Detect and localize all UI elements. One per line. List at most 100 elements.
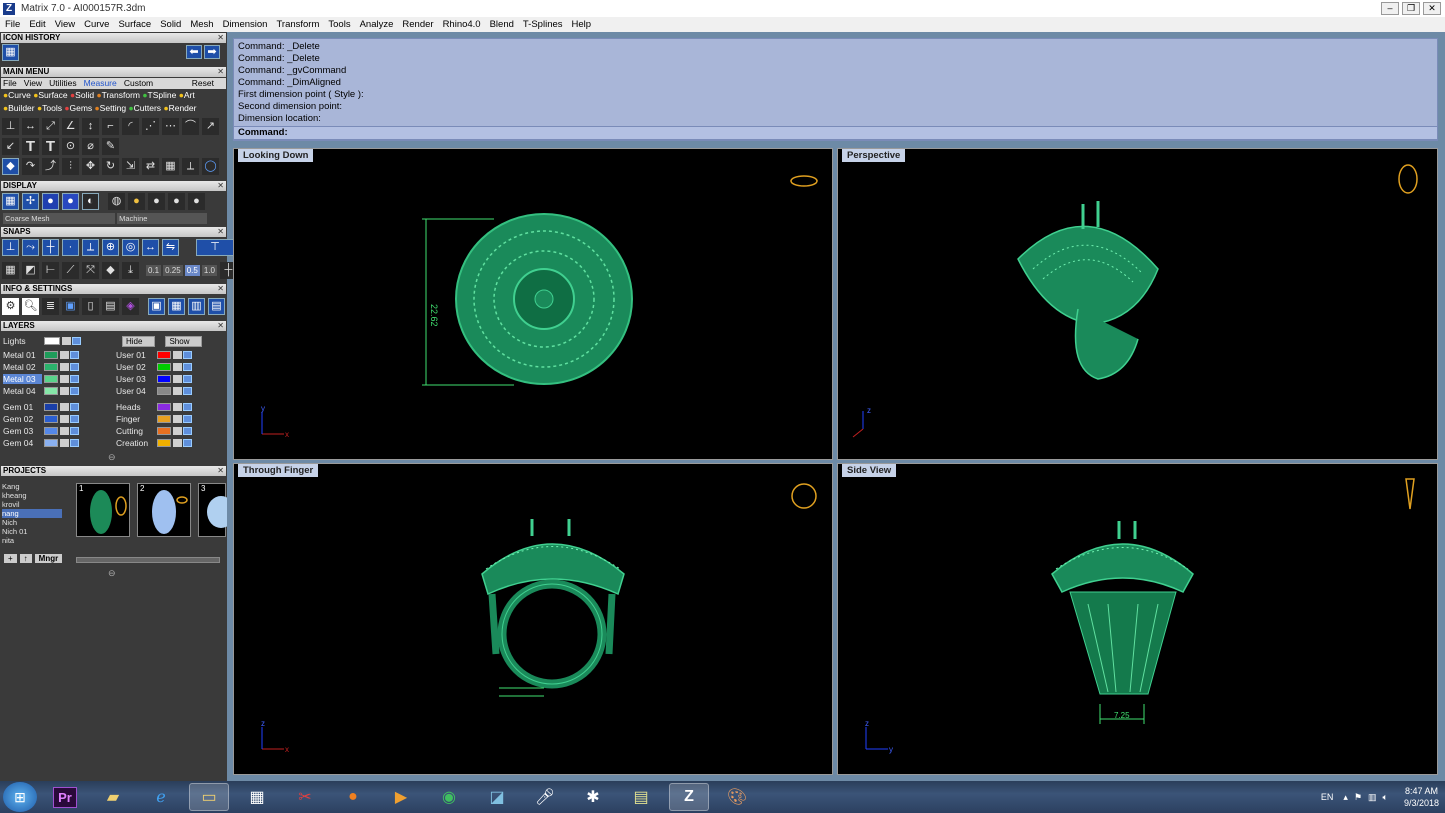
menu-mesh[interactable]: Mesh — [190, 19, 213, 30]
lock-icon[interactable] — [60, 426, 69, 435]
lock-icon[interactable] — [60, 350, 69, 359]
calc-icon[interactable]: ▦ — [168, 298, 185, 315]
layer-user-01[interactable]: User 01 — [116, 350, 155, 360]
firefox-icon[interactable]: ● — [333, 783, 373, 811]
snap-toggle-icon[interactable]: ⊤ — [196, 239, 234, 256]
lock-icon[interactable] — [173, 426, 182, 435]
dim-angle-icon[interactable]: ∠ — [62, 118, 79, 135]
layer-color-swatch[interactable] — [157, 426, 171, 435]
hide-button[interactable]: Hide — [122, 336, 156, 347]
visible-icon[interactable] — [183, 426, 192, 435]
menu-render[interactable]: Render — [402, 19, 433, 30]
gem-tool-icon[interactable]: ◆ — [2, 158, 19, 175]
visible-icon[interactable] — [183, 438, 192, 447]
dim-ortho-icon[interactable]: ⌐ — [102, 118, 119, 135]
visible-icon[interactable] — [70, 362, 79, 371]
collapse-icon[interactable]: ⊖ — [108, 568, 116, 579]
project-scrollbar[interactable] — [76, 557, 220, 563]
layer-color-swatch[interactable] — [44, 362, 58, 371]
notepad-icon[interactable]: ◪ — [477, 783, 517, 811]
text-icon[interactable]: T — [22, 138, 39, 155]
rotate-icon[interactable]: ↻ — [102, 158, 119, 175]
zoom-icon[interactable]: 🔍︎ — [22, 298, 39, 315]
planar-icon[interactable]: ⟋ — [62, 262, 79, 279]
layer-metal-02[interactable]: Metal 02 — [3, 362, 42, 372]
array-icon[interactable]: ▦ — [162, 158, 179, 175]
tab-utilities[interactable]: Utilities — [49, 78, 76, 88]
cat-transform[interactable]: Transform — [102, 90, 140, 100]
visible-icon[interactable] — [70, 350, 79, 359]
layer-color-swatch[interactable] — [157, 438, 171, 447]
visible-icon[interactable] — [70, 426, 79, 435]
layer-metal-01[interactable]: Metal 01 — [3, 350, 42, 360]
cat-tools[interactable]: Tools — [42, 103, 62, 113]
forward-arrow-icon[interactable]: ➡ — [204, 45, 220, 59]
cat-surface[interactable]: Surface — [38, 90, 67, 100]
project-item[interactable]: kheang — [2, 491, 62, 500]
cube-icon[interactable]: ▣ — [62, 298, 79, 315]
osnap-icon[interactable]: ⤧ — [82, 262, 99, 279]
calculator-icon[interactable]: ▦ — [237, 783, 277, 811]
project-thumbnail[interactable]: 2 — [137, 483, 191, 537]
object-props-icon[interactable]: ▣ — [148, 298, 165, 315]
tab-file[interactable]: File — [3, 78, 17, 88]
visible-icon[interactable] — [183, 362, 192, 371]
viewport-label[interactable]: Side View — [842, 464, 897, 477]
dim-radial-icon[interactable]: ⊙ — [62, 138, 79, 155]
display-option-icon[interactable]: ◐ — [82, 193, 99, 210]
visible-icon[interactable] — [70, 402, 79, 411]
cat-art[interactable]: Art — [184, 90, 195, 100]
cplane-icon[interactable]: ◩ — [22, 262, 39, 279]
paint-icon[interactable]: 🎨︎ — [717, 783, 757, 811]
display-mode-select[interactable]: Coarse Mesh — [3, 213, 115, 224]
extend-icon[interactable]: ⤴ — [42, 158, 59, 175]
menu-help[interactable]: Help — [572, 19, 592, 30]
info-layer-icon[interactable]: ≣ — [42, 298, 59, 315]
layer-color-swatch[interactable] — [157, 374, 171, 383]
leader-icon[interactable]: ↙ — [2, 138, 19, 155]
dim-vertical-icon[interactable]: ↕ — [82, 118, 99, 135]
snap-near-icon[interactable]: ⤳ — [22, 239, 39, 256]
layer-color-swatch[interactable] — [44, 386, 58, 395]
reset-button[interactable]: Reset — [192, 78, 214, 89]
lock-icon[interactable] — [173, 374, 182, 383]
project-thumbnail[interactable]: 1 — [76, 483, 130, 537]
measure-icon[interactable]: ⟂ — [182, 158, 199, 175]
tray-up-icon[interactable]: ▴ — [1343, 792, 1348, 803]
layer-color-swatch[interactable] — [44, 426, 58, 435]
purple-cube-icon[interactable]: ◈ — [122, 298, 139, 315]
lock-icon[interactable] — [60, 386, 69, 395]
menu-file[interactable]: File — [5, 19, 20, 30]
menu-solid[interactable]: Solid — [160, 19, 181, 30]
menu-analyze[interactable]: Analyze — [360, 19, 394, 30]
viewport-looking-down[interactable]: 22.62 y x Looking Down — [233, 148, 833, 460]
layer-color-swatch[interactable] — [157, 402, 171, 411]
grid-icon[interactable]: ▦ — [2, 262, 19, 279]
layer-user-03[interactable]: User 03 — [116, 374, 155, 384]
material-sphere-2-icon[interactable]: ● — [128, 193, 145, 210]
snap-value-10[interactable]: 1.0 — [201, 265, 217, 276]
snipping-tool-icon[interactable]: ✂ — [285, 783, 325, 811]
menu-blend[interactable]: Blend — [490, 19, 514, 30]
layer-color-swatch[interactable] — [157, 414, 171, 423]
tab-view[interactable]: View — [24, 78, 42, 88]
layer-color-swatch[interactable] — [157, 386, 171, 395]
project-thumbnail[interactable]: 3 — [198, 483, 235, 537]
layer-user-04[interactable]: User 04 — [116, 386, 155, 396]
file-explorer-icon[interactable]: ▭ — [189, 783, 229, 811]
lock-icon[interactable] — [60, 374, 69, 383]
microphone-icon[interactable]: 🎤︎ — [525, 783, 565, 811]
layer-color-swatch[interactable] — [44, 438, 58, 447]
history-icon[interactable]: ▦ — [2, 44, 19, 61]
render-sphere-icon[interactable]: ● — [42, 193, 59, 210]
viewport-through-finger[interactable]: z x Through Finger — [233, 463, 833, 775]
dim-chain-icon[interactable]: ⋯ — [162, 118, 179, 135]
back-arrow-icon[interactable]: ⬅ — [186, 45, 202, 59]
circle-icon[interactable]: ◯ — [202, 158, 219, 175]
premiere-icon[interactable]: Pr — [45, 783, 85, 811]
lock-icon[interactable] — [173, 362, 182, 371]
visible-icon[interactable] — [70, 414, 79, 423]
internet-explorer-icon[interactable]: ℯ — [141, 783, 181, 811]
dim-diameter-icon[interactable]: ⌀ — [82, 138, 99, 155]
layer-cutting[interactable]: Cutting — [116, 426, 155, 436]
